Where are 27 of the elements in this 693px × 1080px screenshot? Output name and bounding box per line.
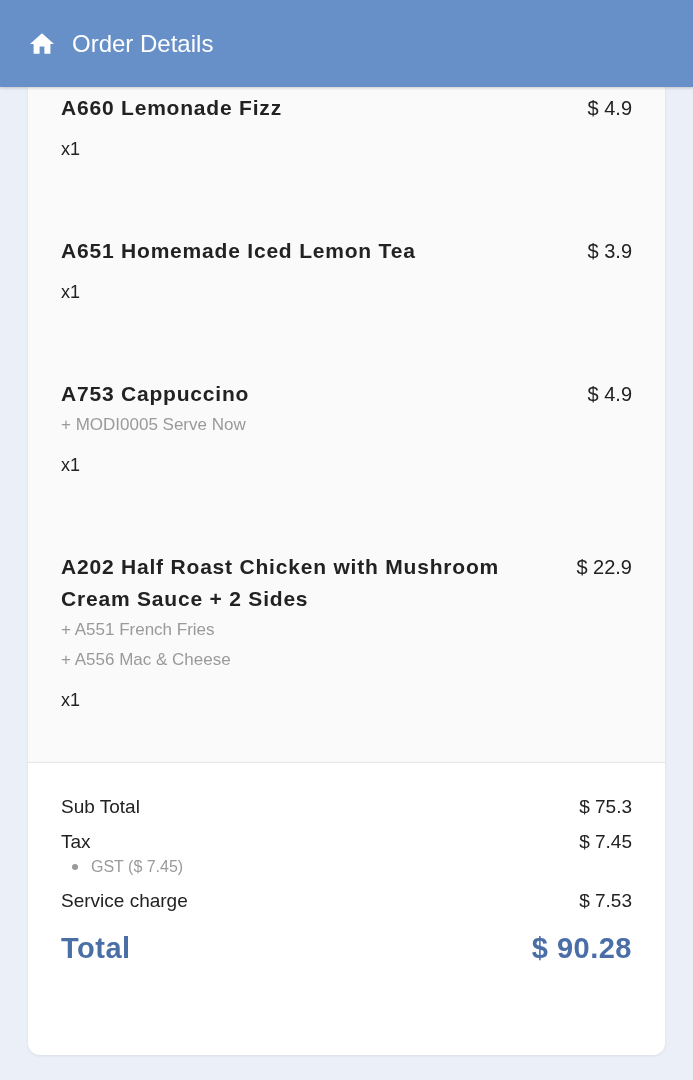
item-name: A202 Half Roast Chicken with Mushroom Cream Sauce + 2 Sides xyxy=(61,554,500,612)
summary-label: Service charge xyxy=(61,889,188,913)
item-price: $ 4.9 xyxy=(587,96,632,121)
summary-amount: $ 7.45 xyxy=(579,830,632,854)
item-modifier: + A556 Mac & Cheese xyxy=(61,649,231,671)
summary-label: Sub Total xyxy=(61,795,140,819)
bullet-icon xyxy=(72,864,78,870)
item-modifier: + A551 French Fries xyxy=(61,619,215,641)
summary-amount: $ 75.3 xyxy=(579,795,632,819)
item-quantity: x1 xyxy=(61,689,80,712)
item-quantity: x1 xyxy=(61,281,80,304)
item-price: $ 4.9 xyxy=(587,382,632,407)
summary-label: Tax xyxy=(61,830,91,854)
total-label: Total xyxy=(61,931,131,966)
item-price: $ 22.9 xyxy=(576,555,632,580)
total-amount: $ 90.28 xyxy=(531,931,632,966)
item-price: $ 3.9 xyxy=(587,239,632,264)
page-title: Order Details xyxy=(72,28,214,59)
item-name: A660 Lemonade Fizz xyxy=(61,95,282,121)
item-name: A753 Cappuccino xyxy=(61,381,250,407)
item-quantity: x1 xyxy=(61,138,80,161)
summary-amount: $ 7.53 xyxy=(579,889,632,913)
item-name: A651 Homemade Iced Lemon Tea xyxy=(61,238,416,264)
home-icon[interactable] xyxy=(30,33,54,54)
item-quantity: x1 xyxy=(61,454,80,477)
tax-detail: GST ($ 7.45) xyxy=(91,857,184,877)
item-modifier: + MODI0005 Serve Now xyxy=(61,414,246,436)
